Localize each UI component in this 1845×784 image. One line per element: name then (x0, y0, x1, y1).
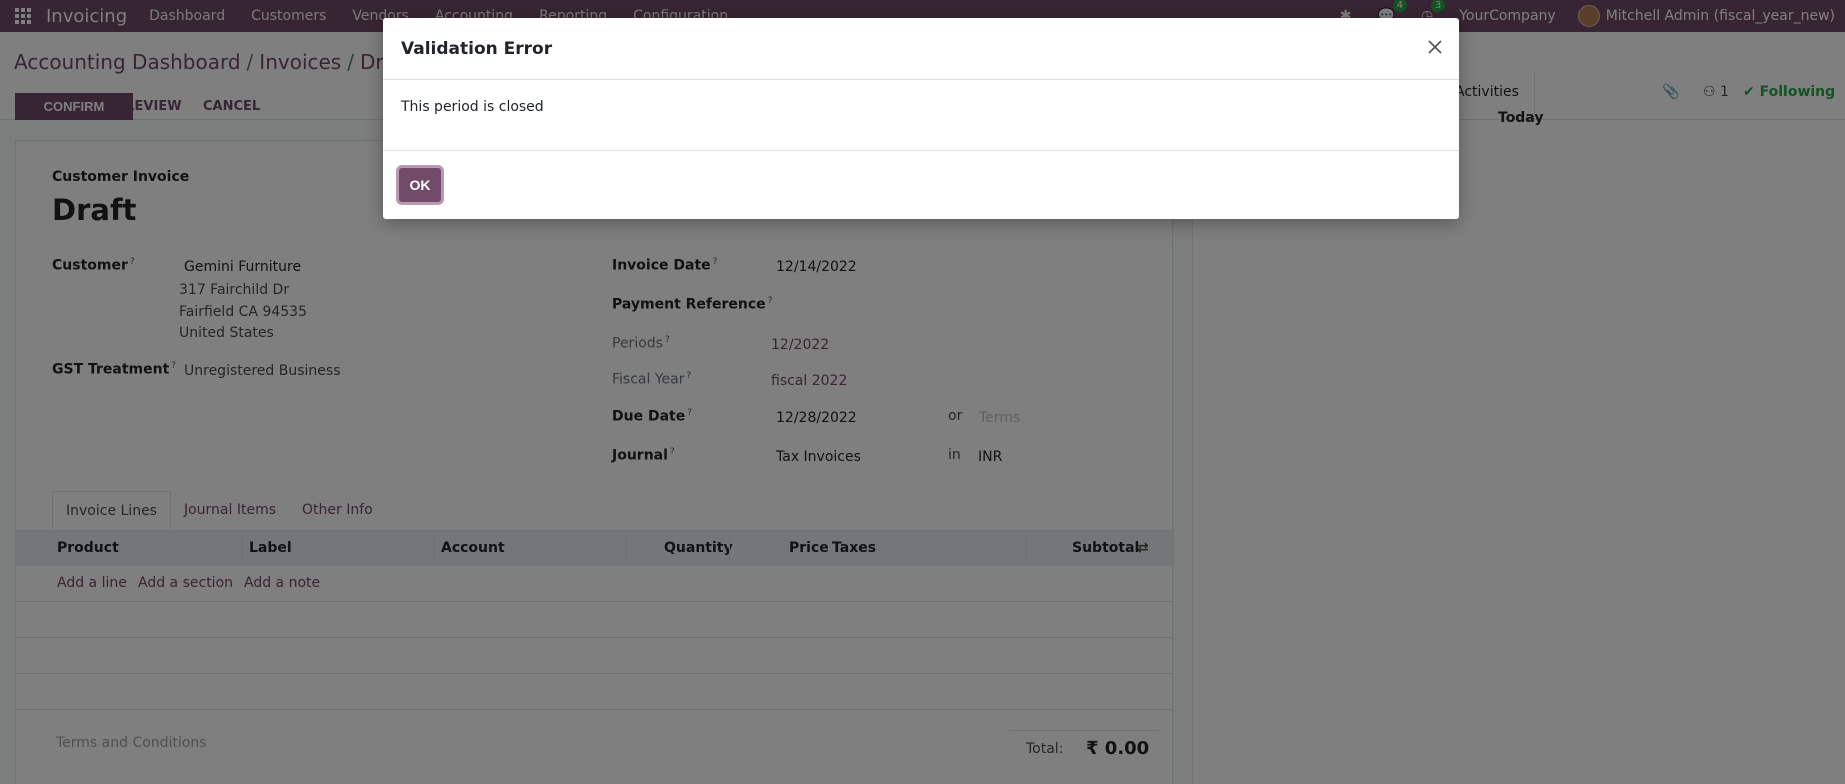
dialog-header: Validation Error (383, 18, 1459, 80)
dialog-message: This period is closed (401, 99, 544, 115)
dialog-footer: OK (383, 150, 1459, 219)
close-icon[interactable] (1424, 36, 1446, 58)
ok-button[interactable]: OK (399, 168, 441, 202)
validation-error-dialog: Validation Error This period is closed O… (383, 18, 1459, 219)
dialog-title: Validation Error (401, 39, 553, 59)
